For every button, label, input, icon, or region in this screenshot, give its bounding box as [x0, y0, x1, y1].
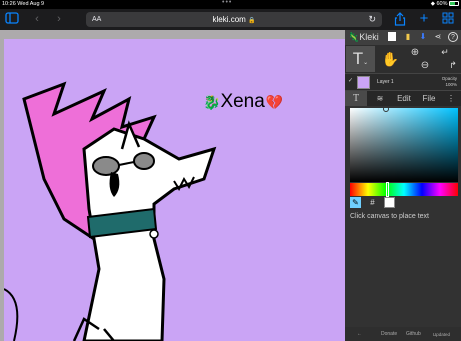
layer-thumbnail: [357, 76, 370, 89]
wifi-icon: ◆: [430, 1, 435, 7]
zoom-out-icon[interactable]: ⊖: [417, 59, 433, 72]
browser-toolbar: ‹ › AA kleki.com 🔒 ↻ +: [0, 9, 461, 30]
tab-edit[interactable]: Edit: [393, 91, 415, 106]
hue-slider[interactable]: [350, 182, 458, 197]
redo-icon[interactable]: ↱: [445, 59, 461, 72]
multitasking-dots[interactable]: •••: [222, 0, 232, 7]
zoom-in-icon[interactable]: ⊕: [407, 46, 423, 59]
panel-footer: ← Donate Github Updated...: [345, 327, 461, 341]
xena-text: Xena: [220, 91, 265, 112]
eyedropper-icon[interactable]: ✎: [350, 197, 361, 208]
github-link[interactable]: Github: [406, 331, 421, 337]
layer-opacity: Opacity 100%: [441, 76, 457, 87]
battery-icon: [449, 1, 459, 7]
url-text: kleki.com 🔒: [212, 15, 256, 24]
new-image-icon[interactable]: [388, 32, 396, 41]
address-bar[interactable]: AA kleki.com 🔒 ↻: [86, 12, 382, 27]
tab-tool[interactable]: T: [345, 91, 367, 106]
status-bar: 10:26 Wed Aug 9 ••• ◆ 60%: [0, 0, 461, 9]
battery-percent: 60%: [436, 1, 448, 7]
tab-file[interactable]: File: [418, 91, 440, 106]
undo-icon[interactable]: ↵: [437, 46, 453, 59]
donate-link[interactable]: Donate: [381, 331, 397, 337]
visibility-check-icon[interactable]: ✓: [348, 77, 353, 84]
hint-text: Click canvas to place text: [350, 213, 429, 220]
tool-row: T⌄ ✋ ⊕ ⊖ ↵ ↱: [345, 45, 461, 73]
more-vertical-icon[interactable]: ⋮: [443, 91, 459, 106]
canvas-text-xena: 🐉 Xena 💔: [203, 91, 283, 113]
reload-icon[interactable]: ↻: [368, 12, 376, 27]
tool-panel: 🦎Kleki ▮ ⬇ ⋖ ? T⌄ ✋ ⊕ ⊖ ↵ ↱ ✓ Layer 1 Op…: [345, 30, 461, 341]
sidebar-icon[interactable]: [5, 12, 19, 26]
status-time-date: 10:26 Wed Aug 9: [2, 1, 45, 7]
layer-name: Layer 1: [377, 79, 394, 85]
chevron-right-icon[interactable]: ›: [52, 12, 66, 26]
save-icon[interactable]: ▮: [403, 32, 413, 42]
tabs-grid-icon[interactable]: [441, 12, 455, 26]
broken-heart-icon: 💔: [265, 93, 284, 110]
drawing-canvas[interactable]: 🐉 Xena 💔: [4, 39, 345, 341]
dragon-emoji-icon: 🐉: [203, 93, 221, 110]
layer-row[interactable]: ✓ Layer 1 Opacity 100%: [345, 73, 461, 91]
kleki-logo[interactable]: 🦎Kleki: [348, 31, 379, 44]
color-picker-field[interactable]: [350, 106, 458, 182]
lock-icon: 🔒: [248, 18, 256, 24]
status-right: ◆ 60%: [431, 0, 459, 9]
hex-input-button[interactable]: #: [367, 197, 378, 208]
back-arrow-icon[interactable]: ←: [357, 331, 362, 337]
canvas-area[interactable]: 🐉 Xena 💔: [0, 30, 345, 341]
layers-icon[interactable]: ≋: [369, 91, 391, 106]
text-tool-icon[interactable]: T⌄: [346, 46, 375, 72]
help-icon[interactable]: ?: [448, 32, 458, 42]
picker-handle[interactable]: [383, 106, 389, 112]
panel-tabs: T ≋ Edit File ⋮: [345, 91, 461, 106]
hand-icon[interactable]: ✋: [376, 46, 405, 72]
share-icon-panel[interactable]: ⋖: [433, 32, 443, 42]
hue-handle[interactable]: [386, 182, 389, 197]
chevron-left-icon[interactable]: ‹: [30, 12, 44, 26]
download-icon[interactable]: ⬇: [418, 32, 428, 42]
drawing-artwork: [4, 81, 217, 341]
panel-header: 🦎Kleki ▮ ⬇ ⋖ ?: [345, 30, 461, 45]
plus-icon[interactable]: +: [417, 11, 431, 26]
secondary-color-swatch[interactable]: [384, 197, 395, 208]
share-icon[interactable]: [393, 12, 407, 26]
